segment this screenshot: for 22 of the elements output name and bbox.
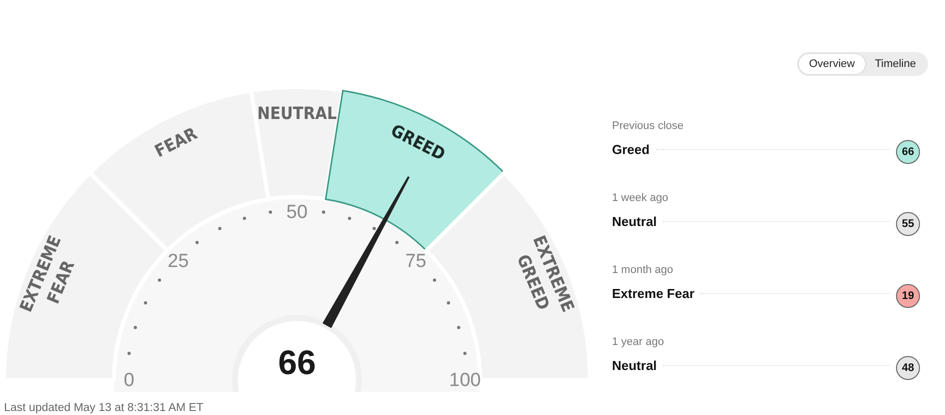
score-badge: 55 — [896, 212, 920, 236]
last-updated-text: Last updated May 13 at 8:31:31 AM ET — [3, 401, 204, 414]
rating-label: Greed — [612, 142, 650, 156]
index-value: 66 — [278, 344, 316, 382]
period-label: 1 year ago — [612, 336, 665, 348]
segment-label: NEUTRAL — [257, 104, 337, 124]
period-label: 1 week ago — [612, 192, 670, 204]
scale-label: 25 — [168, 251, 189, 272]
scale-label: 0 — [124, 370, 134, 391]
score-badge: 66 — [896, 140, 920, 164]
scale-label: 50 — [286, 202, 308, 223]
scale-label: 100 — [449, 370, 481, 391]
score-badge: 48 — [896, 356, 920, 380]
view-tab[interactable]: Timeline — [864, 54, 926, 74]
score-badge: 19 — [896, 284, 920, 308]
period-label: Previous close — [612, 120, 685, 132]
rating-label: Extreme Fear — [612, 286, 694, 300]
scale-label: 75 — [405, 251, 426, 272]
period-label: 1 month ago — [612, 264, 674, 276]
rating-label: Neutral — [612, 358, 657, 372]
rating-label: Neutral — [612, 214, 657, 228]
view-tab[interactable]: Overview — [798, 54, 865, 74]
